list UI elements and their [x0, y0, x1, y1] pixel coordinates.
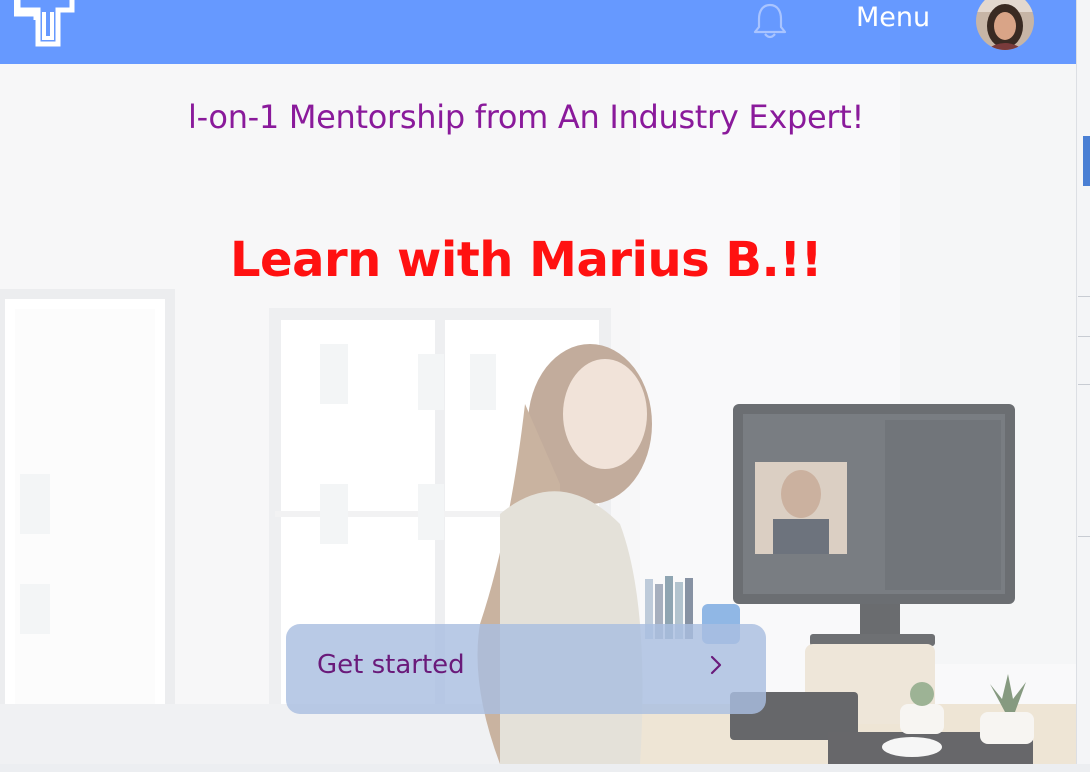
bell-icon[interactable]	[750, 2, 790, 40]
avatar-image	[976, 0, 1034, 50]
gutter-divider	[1078, 384, 1090, 385]
hero-headline: Learn with Marius B.!!	[229, 232, 823, 288]
menu-button[interactable]: Menu	[856, 0, 930, 36]
gutter-divider	[1078, 336, 1090, 337]
top-navigation-bar: Menu	[0, 0, 1076, 64]
bottom-edge	[0, 764, 1090, 772]
hero-section: l-on-1 Mentorship from An Industry Exper…	[0, 64, 1076, 764]
right-scroll-gutter	[1076, 0, 1090, 772]
chevron-right-icon	[710, 655, 722, 675]
hero-tagline: l-on-1 Mentorship from An Industry Exper…	[187, 98, 865, 136]
side-panel-tab[interactable]	[1083, 136, 1090, 186]
get-started-button[interactable]: Get started	[286, 624, 766, 714]
logo-icon[interactable]	[14, 0, 76, 48]
get-started-label: Get started	[317, 650, 465, 680]
gutter-divider	[1078, 536, 1090, 537]
gutter-divider	[1078, 296, 1090, 297]
user-avatar[interactable]	[976, 0, 1034, 50]
page: l-on-1 Mentorship from An Industry Exper…	[0, 0, 1090, 772]
